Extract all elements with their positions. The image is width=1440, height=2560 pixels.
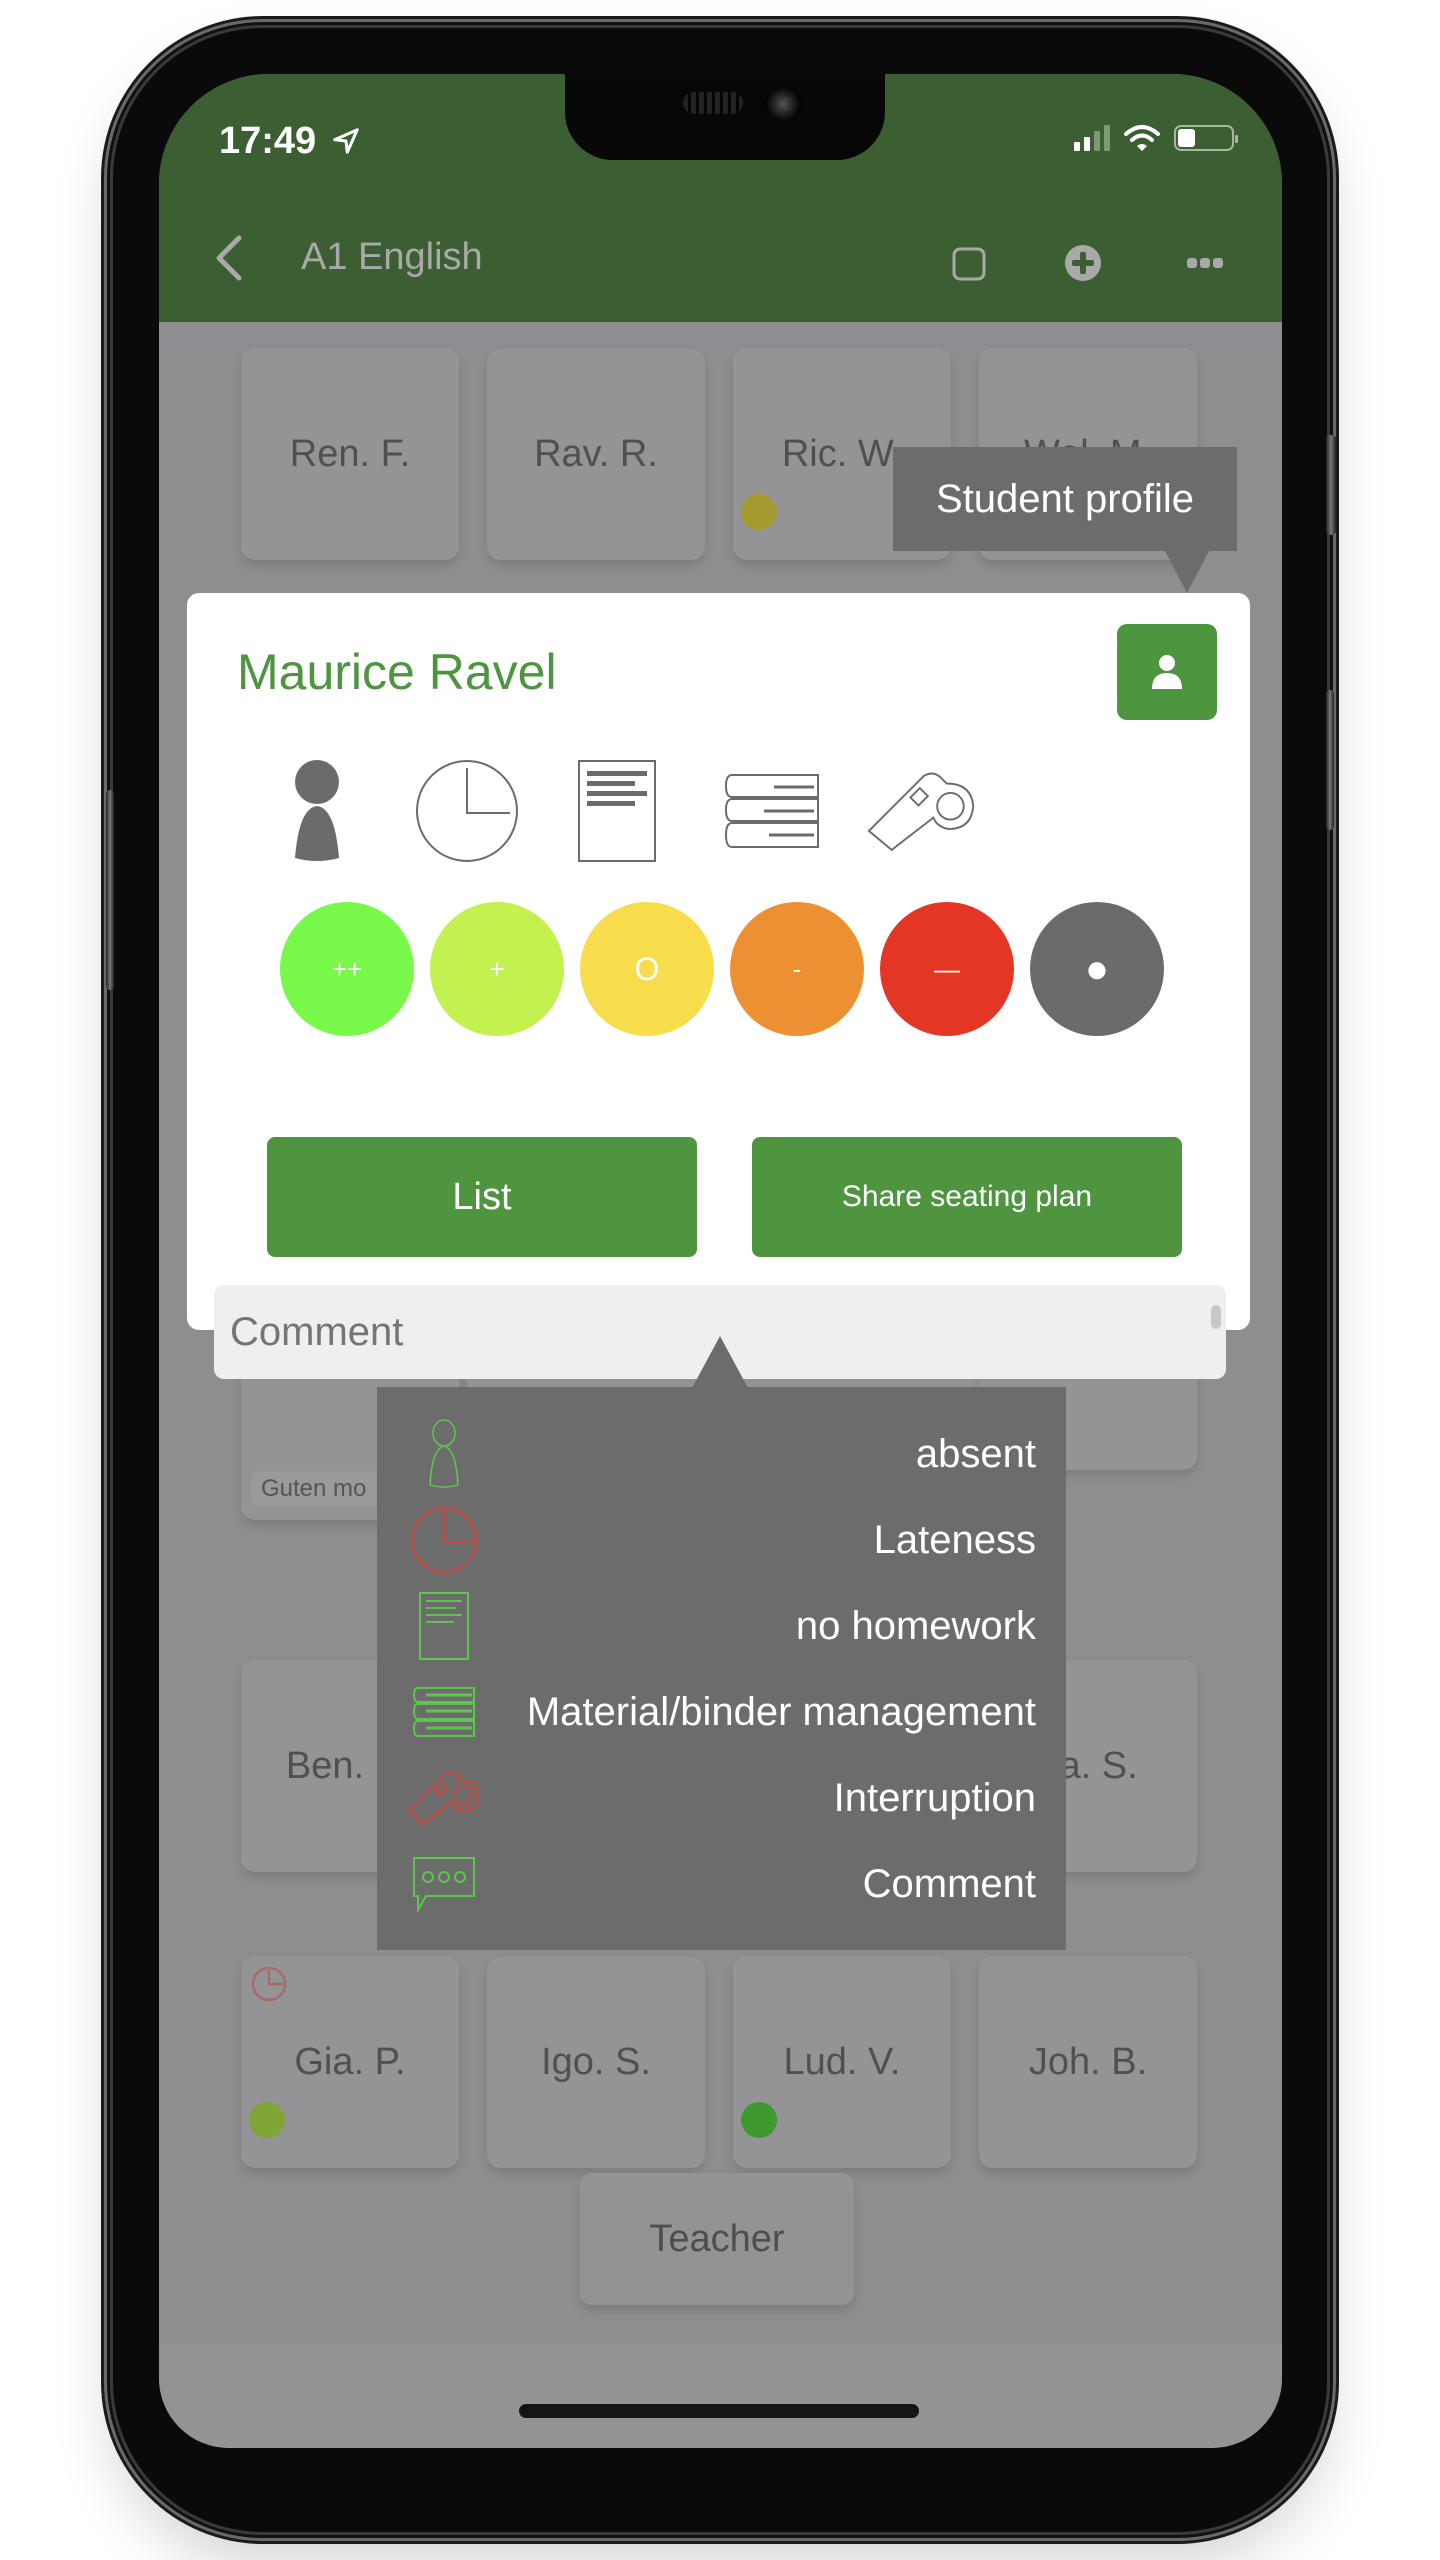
seat-label: Lud. V. [783,2040,901,2083]
person-outline-icon [429,1419,459,1488]
status-dot [741,2102,777,2138]
list-button-label: List [452,1175,512,1218]
rating-good[interactable]: + [430,902,564,1036]
student-modal: Maurice Ravel ++ + O - — ● List Share se… [187,593,1250,1379]
student-profile-button[interactable] [1117,624,1217,720]
status-icons [1074,124,1238,152]
phone-notch [565,74,885,160]
phone-power-button [1326,435,1336,535]
student-profile-tooltip: Student profile [893,447,1237,551]
menu-arrow [692,1336,748,1388]
front-camera [765,86,801,122]
rating-neutral[interactable]: O [580,902,714,1036]
menu-item-label: absent [915,1431,1036,1476]
seat-label: Igo. S. [541,2040,651,2083]
user-icon [1152,655,1182,689]
seat-label: Gia. P. [294,2040,406,2083]
category-homework[interactable] [562,756,672,866]
seat[interactable]: Rav. R. [487,348,705,560]
bottom-bar [159,2344,1282,2448]
rating-label: - [792,953,802,984]
whistle-outline-icon [407,1771,481,1826]
menu-item-label: Interruption [833,1775,1036,1820]
clock-outline-icon [410,1506,478,1574]
category-material[interactable] [717,756,827,866]
status-time: 17:49 [219,120,361,163]
share-button-label: Share seating plan [841,1180,1093,1213]
whistle-icon [867,772,975,852]
more-dots-icon[interactable] [1187,256,1223,270]
menu-item-label: Comment [862,1861,1036,1906]
clock-badge-icon [251,1966,287,2002]
page-title: A1 English [301,236,483,278]
menu-item-lateness[interactable]: Lateness [377,1497,1066,1583]
menu-item-label: Material/binder management [526,1689,1036,1734]
menu-item-label: no homework [795,1603,1036,1648]
seat[interactable]: Ren. F. [241,348,459,560]
clock-icon [416,760,518,862]
category-interruption[interactable] [867,756,977,866]
student-name: Maurice Ravel [237,644,557,700]
teacher-desk[interactable]: Teacher [580,2173,854,2305]
phone-volume-button [106,790,114,990]
rating-label: ● [1084,946,1110,991]
seat-label: Rav. R. [534,432,658,475]
document-outline-icon [419,1592,469,1660]
menu-item-material[interactable]: Material/binder management [377,1669,1066,1755]
tooltip-arrow [1165,551,1209,593]
seat-label: Ben. [285,1744,365,1787]
status-dot [741,494,777,530]
home-indicator[interactable] [519,2404,919,2418]
status-dot [249,2102,285,2138]
list-button[interactable]: List [267,1137,697,1257]
menu-item-absent[interactable]: absent [377,1411,1066,1497]
battery-icon [1174,125,1238,151]
comment-scrollbar[interactable] [1211,1305,1221,1329]
category-icons [187,756,1250,866]
comment-bubble-icon [413,1857,475,1912]
seat[interactable]: Igo. S. [487,1956,705,2168]
rating-very-bad[interactable]: — [880,902,1014,1036]
chevron-left-icon[interactable] [211,234,247,282]
rating-label: + [489,953,505,984]
clock-text: 17:49 [219,120,317,162]
document-icon [578,760,656,862]
menu-item-label: Lateness [873,1517,1036,1562]
seat-label: Joh. B. [1028,2040,1148,2083]
menu-item-comment[interactable]: Comment [377,1841,1066,1927]
screen: 17:49 A1 English Ren. F. Rav. R. Ric. W.… [159,74,1282,2448]
rating-very-good[interactable]: ++ [280,902,414,1036]
earpiece-speaker [683,92,743,114]
menu-item-homework[interactable]: no homework [377,1583,1066,1669]
category-lateness[interactable] [412,756,522,866]
rating-label: — [934,953,960,984]
rating-none[interactable]: ● [1030,902,1164,1036]
category-legend-menu: absent Lateness no homework Material/bin… [377,1387,1066,1950]
rating-bad[interactable]: - [730,902,864,1036]
share-seating-plan-button[interactable]: Share seating plan [752,1137,1182,1257]
rating-label: O [634,950,660,987]
wifi-icon [1124,125,1160,151]
books-icon [724,774,819,848]
seat[interactable]: Gia. P. [241,1956,459,2168]
cellular-signal-icon [1074,125,1110,151]
seat[interactable]: Lud. V. [733,1956,951,2168]
person-icon [295,760,339,861]
rating-label: ++ [331,953,363,984]
location-arrow-icon [333,128,359,154]
phone-side-button [1326,690,1334,830]
books-outline-icon [412,1687,475,1737]
category-absent[interactable] [262,756,372,866]
seat[interactable]: Joh. B. [979,1956,1197,2168]
select-square-icon[interactable] [951,246,987,282]
menu-item-interruption[interactable]: Interruption [377,1755,1066,1841]
seat-label: Ric. W. [781,432,903,475]
add-circle-icon[interactable] [1064,244,1102,282]
seat-label: Ren. F. [289,432,411,475]
